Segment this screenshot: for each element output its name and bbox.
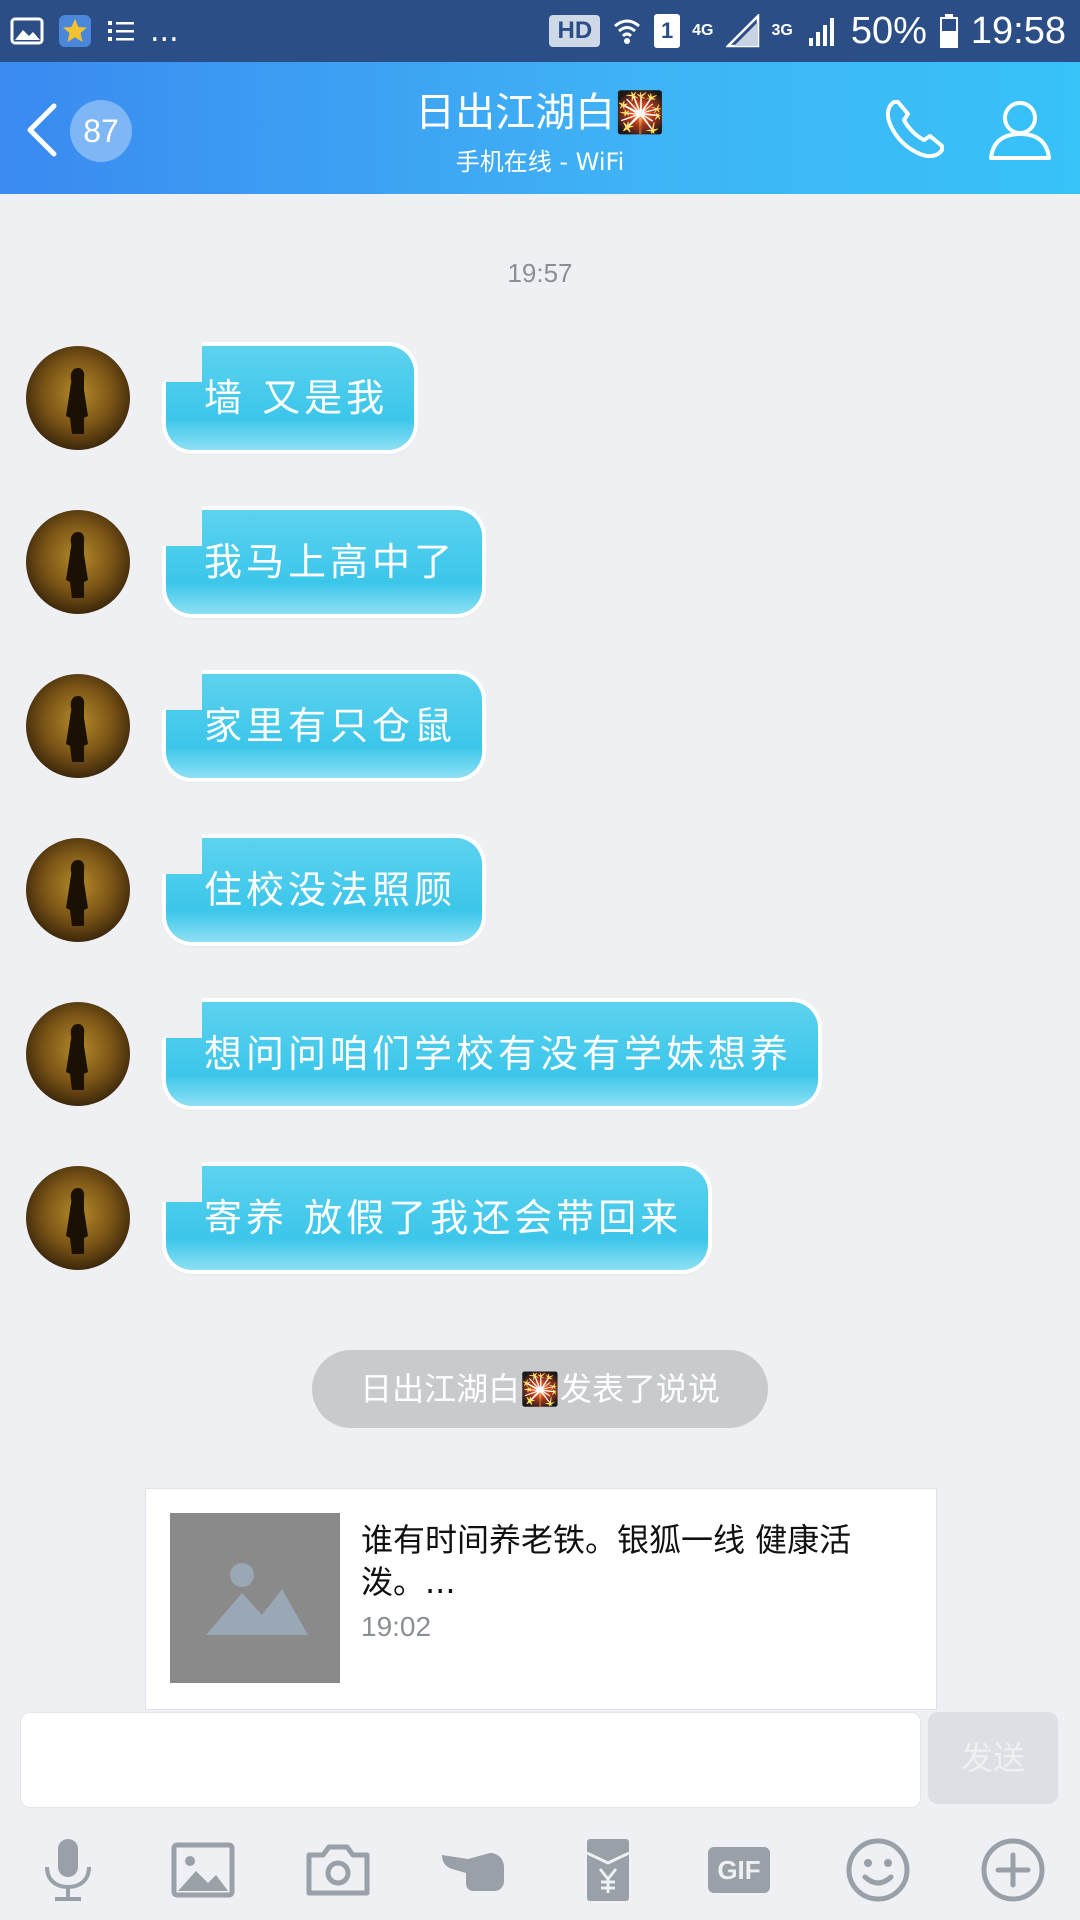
contact-avatar[interactable] (26, 838, 130, 942)
status-bar: ... HD 1 4G 3G 50% 19:58 (0, 0, 1080, 62)
contact-avatar[interactable] (26, 674, 130, 778)
message-bubble[interactable]: 想问问咱们学校有没有学妹想养 (162, 998, 818, 1106)
image-placeholder-icon (206, 1563, 308, 1635)
send-button[interactable]: 发送 (928, 1712, 1058, 1804)
list-notification-icon (108, 21, 134, 41)
contact-avatar[interactable] (26, 346, 130, 450)
silhouette-figure-icon (66, 1024, 88, 1090)
contact-avatar[interactable] (26, 1166, 130, 1270)
emoji-icon[interactable] (843, 1835, 913, 1905)
message-bubble[interactable]: 家里有只仓鼠 (162, 670, 482, 778)
signal-3g-icon (808, 18, 834, 46)
signal-4g-icon (725, 14, 759, 48)
net-3g-label: 3G (771, 22, 793, 39)
image-icon[interactable] (168, 1835, 238, 1905)
camera-icon[interactable] (303, 1835, 373, 1905)
silhouette-figure-icon (66, 368, 88, 434)
silhouette-figure-icon (66, 860, 88, 926)
gallery-notification-icon (10, 17, 44, 45)
contact-avatar[interactable] (26, 510, 130, 614)
message-input[interactable] (20, 1712, 921, 1808)
qq-star-notification-icon (59, 15, 91, 47)
post-card[interactable]: 谁有时间养老铁。银狐一线 健康活泼。... 19:02 (145, 1488, 937, 1710)
poke-icon[interactable] (438, 1835, 508, 1905)
message-bubble[interactable]: 寄养 放假了我还会带回来 (162, 1162, 708, 1270)
chat-timestamp: 19:57 (507, 258, 573, 288)
battery-icon (939, 14, 958, 48)
gif-icon[interactable]: GIF (708, 1835, 778, 1905)
microphone-icon[interactable] (33, 1835, 103, 1905)
input-toolbar: GIF (0, 1815, 1080, 1920)
phone-call-icon[interactable] (880, 94, 950, 164)
profile-icon[interactable] (985, 94, 1055, 164)
plus-icon[interactable] (978, 1835, 1048, 1905)
wifi-icon (614, 19, 641, 44)
post-time: 19:02 (361, 1611, 432, 1642)
gif-label: GIF (708, 1847, 770, 1893)
message-bubble[interactable]: 住校没法照顾 (162, 834, 482, 942)
clock: 19:58 (970, 9, 1066, 52)
more-notifications: ... (150, 13, 179, 49)
net-4g-label: 4G (692, 22, 714, 39)
silhouette-figure-icon (66, 532, 88, 598)
status-left-icons: ... (10, 8, 179, 54)
post-thumbnail (170, 1513, 340, 1683)
red-packet-icon[interactable] (573, 1835, 643, 1905)
system-notice[interactable]: 日出江湖白🎇发表了说说 (312, 1350, 768, 1428)
message-bubble[interactable]: 墙 又是我 (162, 342, 414, 450)
message-bubble[interactable]: 我马上高中了 (162, 506, 482, 614)
silhouette-figure-icon (66, 696, 88, 762)
silhouette-figure-icon (66, 1188, 88, 1254)
sim-slot-icon: 1 (654, 14, 681, 48)
battery-percent: 50% (850, 9, 927, 52)
chat-header: 87 日出江湖白🎇 手机在线 - WiFi (0, 62, 1080, 194)
contact-avatar[interactable] (26, 1002, 130, 1106)
hd-badge: HD (549, 15, 601, 47)
status-right-icons: HD 1 4G 3G 50% 19:58 (549, 6, 1066, 56)
post-text: 谁有时间养老铁。银狐一线 健康活泼。... (361, 1521, 852, 1601)
